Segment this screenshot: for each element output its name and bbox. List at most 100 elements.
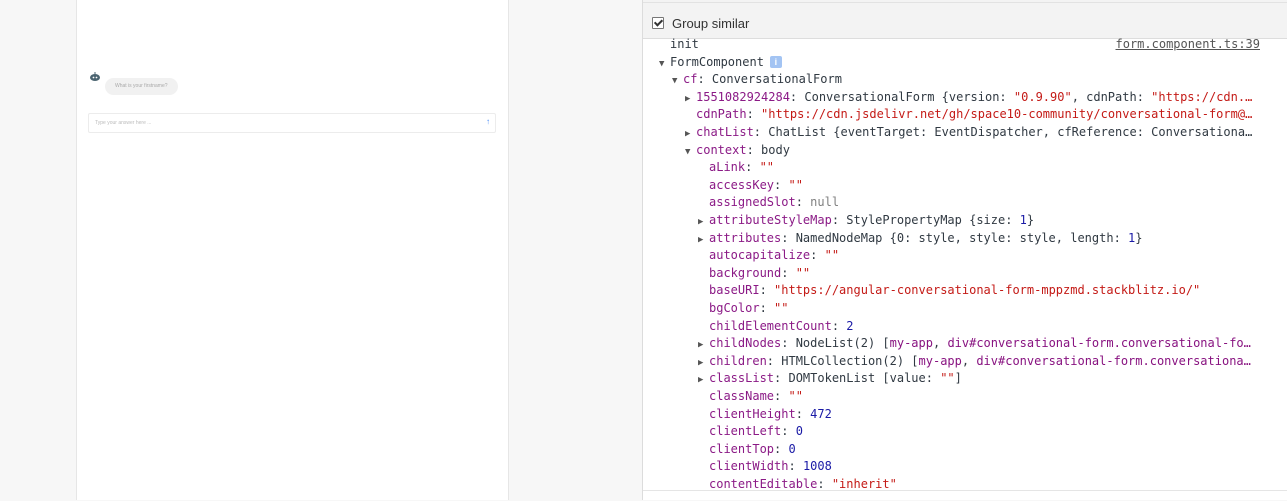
expanded-triangle-icon[interactable]: [659, 56, 670, 72]
collapsed-triangle-icon[interactable]: [685, 91, 696, 107]
collapsed-triangle-icon[interactable]: [698, 355, 709, 371]
property-key: childNodes: [709, 336, 782, 351]
property-value: : HTMLCollection(2) [: [766, 353, 919, 368]
property-key: classList: [709, 371, 775, 386]
expanded-triangle-icon[interactable]: [672, 73, 683, 89]
console-tree-row: bgColor: "": [709, 300, 1273, 318]
property-value: :: [746, 107, 762, 122]
property-value: :: [745, 160, 760, 175]
devtools-console-panel: Group similar form.component.ts:39 initF…: [642, 0, 1287, 500]
property-value: 472: [810, 406, 832, 421]
console-tree-row: aLink: "": [709, 159, 1273, 177]
console-tree-row: clientHeight: 472: [709, 406, 1273, 424]
collapsed-triangle-icon[interactable]: [698, 214, 709, 230]
property-value: :: [810, 248, 825, 263]
property-value: div#conversational-form.conversationa…: [976, 353, 1251, 368]
answer-input[interactable]: [95, 117, 465, 128]
property-key: accessKey: [709, 177, 775, 192]
property-value: "0.9.90": [1013, 89, 1072, 104]
property-key: assignedSlot: [709, 195, 796, 210]
expanded-triangle-icon[interactable]: [685, 144, 696, 160]
console-tree-row[interactable]: children: HTMLCollection(2) [my-app, div…: [698, 353, 1273, 371]
property-value: ,: [932, 336, 948, 351]
property-key: autocapitalize: [709, 248, 811, 263]
property-value: : ConversationalForm: [697, 72, 842, 87]
console-prompt[interactable]: [643, 490, 1287, 501]
property-value: :: [781, 424, 796, 439]
console-tree-row[interactable]: attributes: NamedNodeMap {0: style, styl…: [698, 230, 1273, 248]
info-icon[interactable]: i: [769, 55, 782, 68]
property-key: init: [670, 37, 699, 51]
property-value: :: [795, 406, 811, 421]
collapsed-triangle-icon[interactable]: [685, 126, 696, 142]
property-key: clientWidth: [709, 459, 789, 474]
console-tree-row: accessKey: "": [709, 177, 1273, 195]
property-value: "inherit": [831, 477, 897, 491]
property-value: :: [759, 283, 775, 298]
property-value: : ChatList {eventTarget: EventDispatcher…: [753, 125, 1253, 139]
collapsed-triangle-icon[interactable]: [698, 372, 709, 388]
bot-message-text: What is your firstname?: [115, 83, 168, 89]
console-tree-row[interactable]: context: body: [685, 142, 1273, 160]
property-value: :: [759, 301, 775, 315]
property-key: 1551082924284: [696, 89, 790, 104]
console-tree-row: assignedSlot: null: [709, 194, 1273, 212]
console-tree-row: init: [670, 36, 1273, 54]
property-value: :: [817, 477, 832, 491]
property-key: clientTop: [709, 441, 775, 456]
console-settings-bar: Group similar: [643, 0, 1287, 39]
arrow-up-icon[interactable]: ↑: [486, 117, 490, 127]
property-key: clientLeft: [709, 424, 782, 439]
console-tree-row: cdnPath: "https://cdn.jsdelivr.net/gh/sp…: [696, 106, 1273, 124]
property-key: baseURI: [709, 283, 760, 298]
console-tree-row[interactable]: childNodes: NodeList(2) [my-app, div#con…: [698, 335, 1273, 353]
answer-input-box[interactable]: ↑: [88, 113, 496, 133]
group-similar-option[interactable]: Group similar: [652, 15, 749, 31]
property-key: attributeStyleMap: [709, 213, 832, 227]
property-key: contentEditable: [709, 477, 818, 491]
property-value: "": [788, 389, 803, 403]
property-key: className: [709, 389, 775, 403]
property-value: "": [788, 177, 803, 192]
property-key: childElementCount: [709, 318, 832, 333]
collapsed-triangle-icon[interactable]: [698, 337, 709, 353]
console-tree-row: clientLeft: 0: [709, 423, 1273, 441]
property-key: cf: [683, 72, 698, 87]
property-key: chatList: [696, 125, 754, 139]
property-value: :: [831, 318, 847, 333]
console-tree-row[interactable]: attributeStyleMap: StylePropertyMap {siz…: [698, 212, 1273, 230]
property-value: :: [774, 177, 789, 192]
property-value: 0: [788, 441, 796, 456]
settings-divider: [643, 0, 1287, 3]
collapsed-triangle-icon[interactable]: [698, 232, 709, 248]
property-value: : body: [746, 142, 790, 157]
console-tree-row: childElementCount: 2: [709, 318, 1273, 336]
console-tree-row[interactable]: chatList: ChatList {eventTarget: EventDi…: [685, 124, 1273, 142]
property-value: "": [759, 160, 775, 175]
property-key: background: [709, 265, 782, 280]
property-value: null: [810, 195, 840, 210]
property-value: }: [1026, 213, 1035, 227]
console-tree-row[interactable]: cf: ConversationalForm: [672, 71, 1273, 89]
property-key: context: [696, 142, 747, 157]
property-value: :: [774, 441, 789, 456]
property-value: "": [940, 371, 955, 386]
property-value: "https://angular-conversational-form-mpp…: [774, 283, 1201, 298]
property-key: cdnPath: [696, 107, 747, 122]
property-value: "https://cdn.…: [1151, 89, 1253, 104]
group-similar-checkbox[interactable]: [652, 17, 664, 29]
property-value: : StylePropertyMap {size:: [831, 213, 1020, 227]
property-value: :: [795, 195, 811, 210]
console-tree-row[interactable]: FormComponent i: [659, 54, 1273, 72]
property-value: "": [795, 265, 811, 280]
property-value: : NamedNodeMap {0: style, style: style, …: [781, 230, 1129, 245]
console-tree-row[interactable]: classList: DOMTokenList [value: ""]: [698, 370, 1273, 388]
console-tree-row[interactable]: 1551082924284: ConversationalForm {versi…: [685, 89, 1273, 107]
property-value: :: [788, 459, 803, 474]
console-tree-row: autocapitalize: "": [709, 247, 1273, 265]
property-value: 2: [846, 318, 854, 333]
property-value: : ConversationalForm {version:: [789, 89, 1014, 104]
property-value: :: [781, 265, 796, 280]
property-value: : DOMTokenList [value:: [774, 371, 941, 386]
property-value: 1: [1019, 213, 1027, 227]
